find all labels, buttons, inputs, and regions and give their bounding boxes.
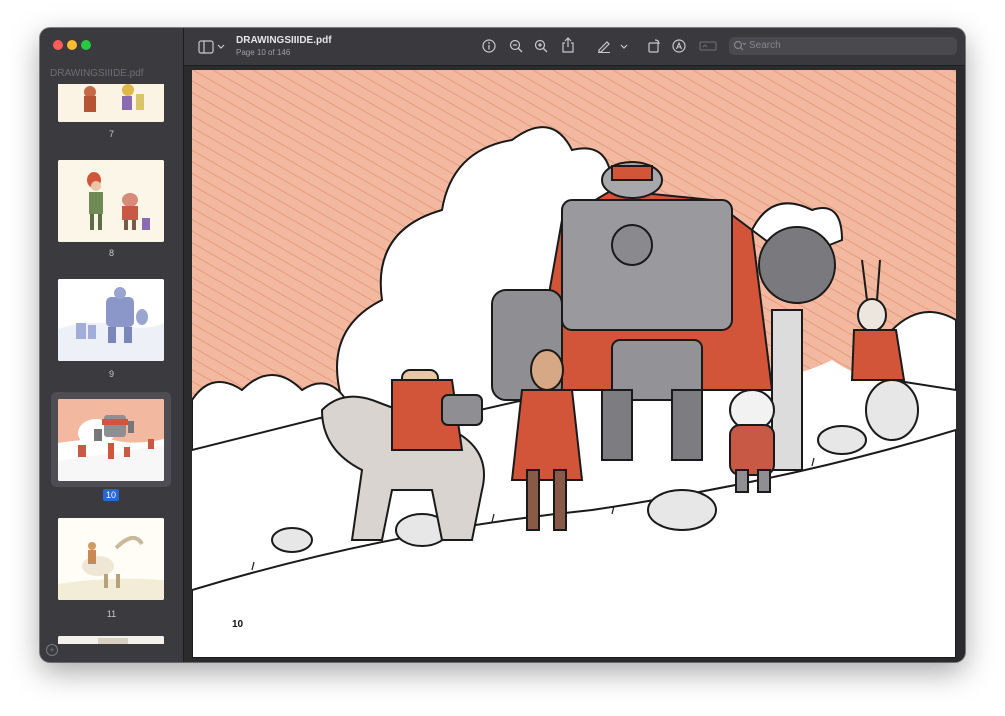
- thumbnail-page-10[interactable]: [58, 399, 164, 481]
- close-window-button[interactable]: [53, 40, 63, 50]
- sidebar-toggle-icon[interactable]: [198, 40, 214, 54]
- zoom-window-button[interactable]: [81, 40, 91, 50]
- thumbnail-sidebar: DRAWINGSIIIDE.pdf 7 8 9 10 11 +: [40, 28, 184, 662]
- rotate-icon[interactable]: [647, 39, 661, 53]
- thumbnail-label: 8: [108, 248, 114, 258]
- search-placeholder: Search: [749, 40, 781, 51]
- minimize-window-button[interactable]: [67, 40, 77, 50]
- search-icon: [733, 40, 747, 51]
- thumbnail-page-12[interactable]: [58, 636, 164, 644]
- document-view[interactable]: 10: [184, 66, 965, 662]
- toolbar: DRAWINGSIIIDE.pdf Page 10 of 146 Search: [184, 28, 965, 66]
- chevron-down-icon[interactable]: [217, 43, 225, 51]
- page-status: Page 10 of 146: [236, 48, 291, 57]
- pdf-page[interactable]: 10: [192, 70, 956, 658]
- page-number: 10: [232, 619, 244, 630]
- zoom-in-icon[interactable]: [534, 39, 548, 53]
- thumbnail-page-11[interactable]: [58, 518, 164, 600]
- thumbnail-label-selected: 10: [103, 489, 119, 501]
- form-fill-icon: [699, 41, 717, 51]
- thumbnail-list[interactable]: 7 8 9 10 11: [40, 84, 183, 644]
- thumbnail-page-8[interactable]: [58, 160, 164, 242]
- document-title: DRAWINGSIIIDE.pdf: [236, 35, 332, 46]
- markup-chevron-down-icon[interactable]: [620, 43, 628, 51]
- thumbnail-page-9[interactable]: [58, 279, 164, 361]
- thumbnail-label: 11: [106, 609, 117, 619]
- thumbnail-label: 7: [108, 129, 114, 139]
- sidebar-title: DRAWINGSIIIDE.pdf: [50, 68, 144, 79]
- page-illustration: [192, 70, 956, 658]
- markup-pen-icon[interactable]: [597, 39, 611, 53]
- info-icon[interactable]: [482, 39, 496, 53]
- thumbnail-page-7[interactable]: [58, 84, 164, 122]
- search-field[interactable]: Search: [729, 37, 957, 55]
- share-icon[interactable]: [561, 37, 575, 53]
- annotate-icon[interactable]: [672, 39, 686, 53]
- zoom-out-icon[interactable]: [509, 39, 523, 53]
- thumbnail-label: 9: [108, 369, 114, 379]
- add-page-icon[interactable]: +: [46, 644, 58, 656]
- preview-window: DRAWINGSIIIDE.pdf 7 8 9 10 11 + DRAWINGS…: [40, 28, 965, 662]
